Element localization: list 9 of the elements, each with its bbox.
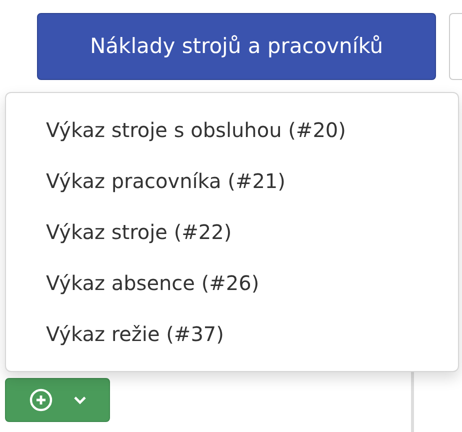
- menu-item[interactable]: Výkaz stroje (#22): [6, 206, 458, 258]
- add-button[interactable]: [5, 378, 110, 422]
- menu-item[interactable]: Výkaz pracovníka (#21): [6, 156, 458, 207]
- chevron-down-icon: [72, 395, 86, 405]
- menu-item[interactable]: Výkaz režie (#37): [6, 308, 458, 359]
- menu-item[interactable]: Výkaz absence (#26): [6, 257, 458, 308]
- menu-item[interactable]: Výkaz stroje s obsluhou (#20): [6, 105, 458, 156]
- primary-button[interactable]: Náklady strojů a pracovníků: [37, 12, 436, 80]
- plus-circle-icon: [28, 388, 52, 412]
